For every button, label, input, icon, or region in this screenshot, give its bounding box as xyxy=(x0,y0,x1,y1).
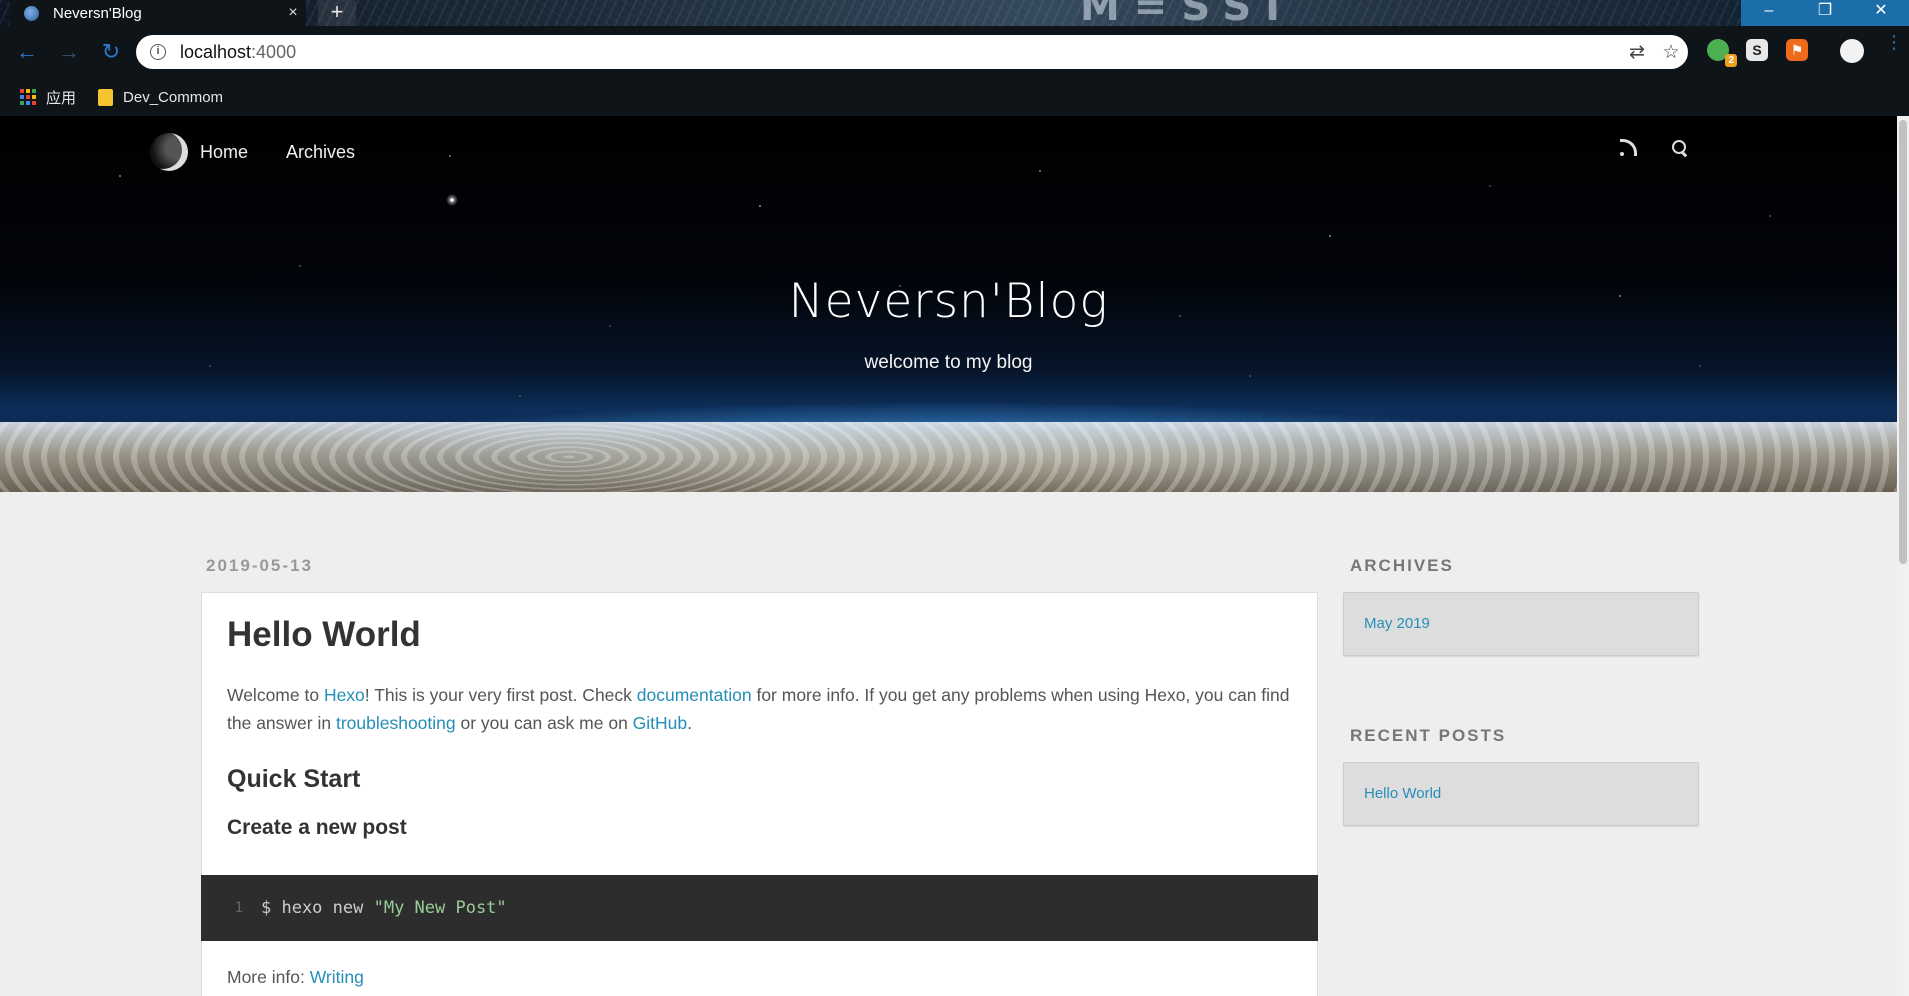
page-scrollbar[interactable] xyxy=(1897,116,1909,996)
github-link[interactable]: GitHub xyxy=(633,713,687,733)
nav-home-link[interactable]: Home xyxy=(200,142,248,163)
recent-posts-box: Hello World xyxy=(1343,762,1699,826)
heading-create-post: Create a new post xyxy=(227,816,407,839)
moon-logo-icon[interactable] xyxy=(150,133,188,171)
bookmark-label: Dev_Commom xyxy=(123,88,224,106)
bright-star xyxy=(446,194,458,206)
window-close-icon[interactable]: ✕ xyxy=(1853,0,1909,26)
recent-posts-title: RECENT POSTS xyxy=(1350,726,1507,745)
globe-icon xyxy=(24,5,39,21)
window-controls: – ❐ ✕ xyxy=(1741,0,1909,26)
site-subtitle: welcome to my blog xyxy=(864,352,1033,373)
address-bar[interactable]: i localhost:4000 ⇄ ☆ xyxy=(136,35,1688,69)
site-title[interactable]: Neversn'Blog xyxy=(0,274,1897,329)
bookmark-label: 应用 xyxy=(46,89,77,107)
code-line-number: 1 xyxy=(234,900,243,916)
translate-icon[interactable]: ⇄ xyxy=(1620,41,1654,64)
more-info: More info: Writing xyxy=(227,967,364,988)
more-info-text: More info: xyxy=(227,967,310,987)
apps-grid-icon xyxy=(20,89,36,105)
article-intro: Welcome to Hexo! This is your very first… xyxy=(227,681,1292,737)
minimize-icon[interactable]: – xyxy=(1741,0,1797,26)
hexo-link[interactable]: Hexo xyxy=(324,685,365,705)
code-line: $ hexo new "My New Post" xyxy=(261,898,507,918)
archives-widget: ARCHIVES May 2019 xyxy=(1343,556,1699,656)
url-port: :4000 xyxy=(251,41,297,62)
bookmark-dev-commom[interactable]: Dev_Commom xyxy=(98,88,224,106)
close-tab-icon[interactable]: × xyxy=(280,4,306,22)
nav-icons xyxy=(1620,139,1688,156)
troubleshooting-link[interactable]: troubleshooting xyxy=(336,713,456,733)
documentation-link[interactable]: documentation xyxy=(637,685,752,705)
extension-orange-icon[interactable]: ⚑ xyxy=(1786,39,1808,61)
restore-icon[interactable]: ❐ xyxy=(1797,0,1853,26)
code-block: 1 $ hexo new "My New Post" xyxy=(201,875,1318,941)
bookmark-star-icon[interactable]: ☆ xyxy=(1654,41,1688,64)
extension-green-icon[interactable]: 2 xyxy=(1707,39,1737,67)
extension-s-icon[interactable]: S xyxy=(1746,39,1768,61)
search-icon[interactable] xyxy=(1672,140,1688,156)
heading-quick-start: Quick Start xyxy=(227,765,361,793)
profile-avatar[interactable] xyxy=(1840,39,1864,63)
wallpaper-text: M=SSI xyxy=(1080,0,1295,26)
main-nav: Home Archives xyxy=(150,132,393,172)
site-info-icon[interactable]: i xyxy=(150,44,166,60)
article-card: Hello World Welcome to Hexo! This is you… xyxy=(201,592,1318,996)
code-string: "My New Post" xyxy=(373,898,507,918)
new-tab-button[interactable]: + xyxy=(318,0,356,26)
browser-menu-icon[interactable]: ⋮ xyxy=(1885,33,1903,51)
article-title[interactable]: Hello World xyxy=(227,615,1292,655)
bookmark-apps[interactable]: 应用 xyxy=(20,87,76,108)
writing-link[interactable]: Writing xyxy=(310,967,364,987)
url-text[interactable]: localhost:4000 xyxy=(180,42,1620,63)
back-icon[interactable]: ← xyxy=(12,39,42,65)
cloud-layer xyxy=(0,422,1897,492)
site-banner: Home Archives Neversn'Blog welcome to my… xyxy=(0,116,1897,492)
intro-text: or you can ask me on xyxy=(455,713,633,733)
archives-box: May 2019 xyxy=(1343,592,1699,656)
archives-title: ARCHIVES xyxy=(1350,556,1454,575)
sidebar: ARCHIVES May 2019 RECENT POSTS Hello Wor… xyxy=(1343,556,1699,896)
recent-posts-widget: RECENT POSTS Hello World xyxy=(1343,726,1699,826)
url-host: localhost xyxy=(180,41,252,62)
tab-title: Neversn'Blog xyxy=(53,4,142,22)
recent-post-hello-world-link[interactable]: Hello World xyxy=(1364,785,1441,802)
bookmarks-bar: 应用 Dev_Commom xyxy=(0,78,1909,116)
intro-text: Welcome to xyxy=(227,685,324,705)
browser-toolbar: ← → ↻ i localhost:4000 ⇄ ☆ 2 S ⚑ ⋮ xyxy=(0,26,1909,78)
archive-may-2019-link[interactable]: May 2019 xyxy=(1364,615,1430,632)
reload-icon[interactable]: ↻ xyxy=(96,39,126,65)
extension-badge: 2 xyxy=(1725,54,1737,67)
rss-icon[interactable] xyxy=(1620,139,1637,156)
page-viewport: Home Archives Neversn'Blog welcome to my… xyxy=(0,116,1909,996)
tab-strip: M=SSI Neversn'Blog × + – ❐ ✕ xyxy=(0,0,1909,26)
scrollbar-thumb[interactable] xyxy=(1899,120,1907,564)
code-command: $ hexo new xyxy=(261,898,374,918)
browser-tab[interactable]: Neversn'Blog × xyxy=(10,0,306,26)
intro-text: . xyxy=(687,713,693,733)
article-date[interactable]: 2019-05-13 xyxy=(206,556,313,576)
folder-icon xyxy=(98,88,114,106)
nav-archives-link[interactable]: Archives xyxy=(286,142,355,163)
intro-text: ! This is your very first post. Check xyxy=(364,685,637,705)
forward-icon[interactable]: → xyxy=(54,39,84,65)
